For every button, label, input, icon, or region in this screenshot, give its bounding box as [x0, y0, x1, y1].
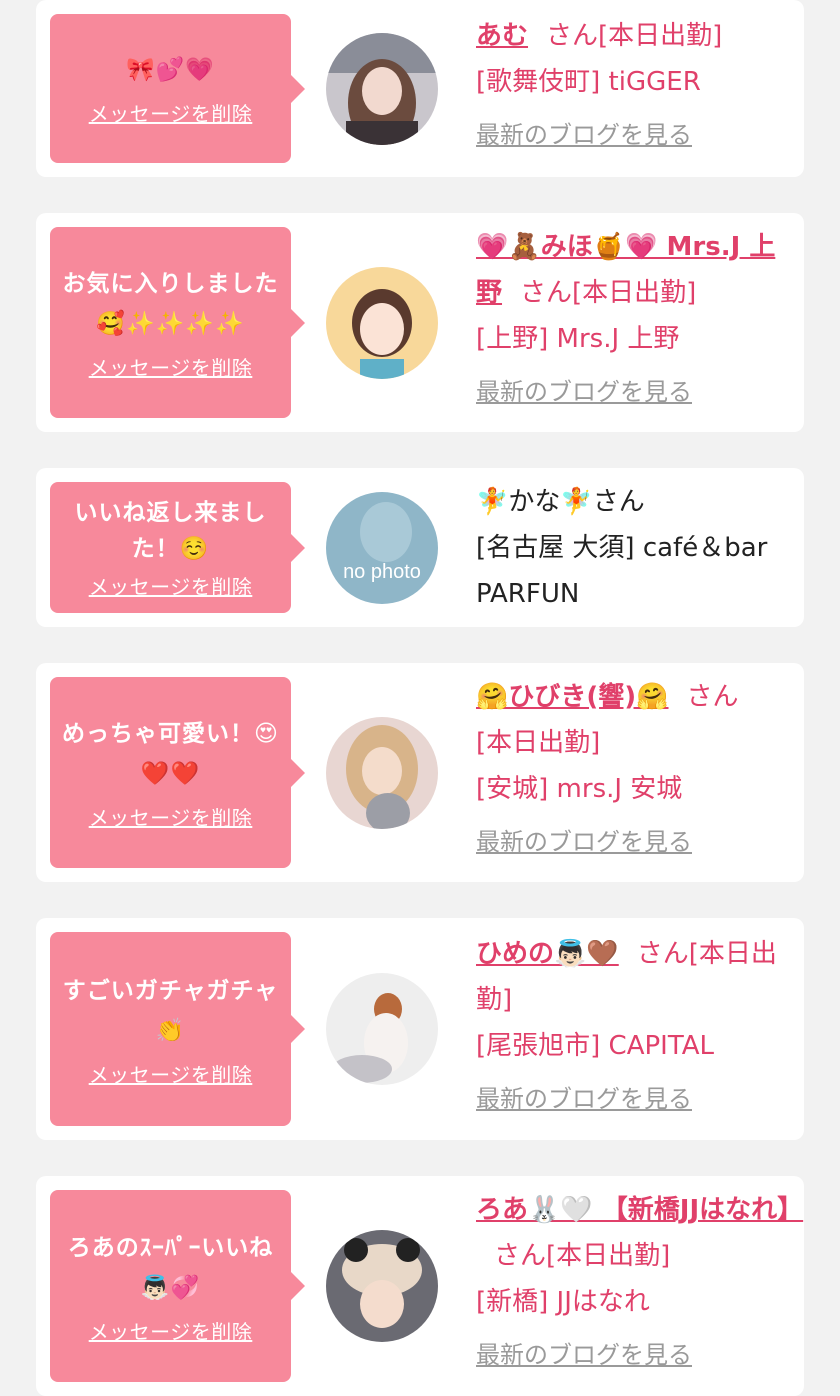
delete-message-link[interactable]: メッセージを削除	[89, 352, 253, 381]
message-text: 🎀💕💗	[126, 57, 215, 83]
latest-blog-link[interactable]: 最新のブログを見る	[476, 822, 794, 862]
cast-info: 💗🧸みほ🍯💗 Mrs.J 上野 さん[本日出勤] [上野] Mrs.J 上野 最新…	[476, 224, 794, 412]
shop-name: [名古屋 大須] café＆bar PARFUN	[476, 533, 768, 609]
message-bubble: すごいガチャガチャ👏 メッセージを削除	[50, 932, 305, 1126]
latest-blog-link[interactable]: 最新のブログを見る	[476, 1335, 794, 1375]
honorific: さん	[686, 682, 739, 712]
message-bubble: めっちゃ可愛い！😍❤️❤️ メッセージを削除	[50, 677, 305, 868]
cast-info: ろあ🐰🤍 【新橋JJはなれ】さん[本日出勤] [新橋] JJはなれ 最新のブログ…	[476, 1187, 803, 1375]
message-card: お気に入りしました🥰✨✨✨✨ メッセージを削除 💗🧸みほ🍯💗 Mrs.J 上野さ…	[36, 213, 804, 432]
message-card: すごいガチャガチャ👏 メッセージを削除 ひめの👼🏻🤎 さん[本日出勤] [尾張旭市…	[36, 918, 804, 1140]
shop-name: [尾張旭市] CAPITAL	[476, 1031, 714, 1061]
avatar[interactable]	[326, 717, 438, 829]
message-text: いいね返し来ました！☺️	[74, 500, 267, 562]
avatar-photo-icon	[326, 973, 438, 1085]
work-status: [本日出勤]	[476, 728, 601, 758]
message-text: お気に入りしました🥰✨✨✨✨	[62, 271, 279, 337]
cast-name-link[interactable]: あむ	[476, 21, 528, 51]
delete-message-link[interactable]: メッセージを削除	[89, 802, 253, 831]
work-status: [本日出勤]	[546, 1241, 671, 1271]
shop-name: [歌舞伎町] tiGGER	[476, 67, 701, 97]
honorific: さん	[520, 278, 573, 308]
message-bubble: 🎀💕💗 メッセージを削除	[50, 14, 305, 163]
message-text: ろあのｽｰﾊﾟｰいいね👼🏻💞	[67, 1234, 274, 1301]
work-status: [本日出勤]	[598, 21, 723, 51]
cast-name-link[interactable]: ろあ🐰🤍 【新橋JJはなれ】	[476, 1195, 803, 1225]
shop-name: [新橋] JJはなれ	[476, 1287, 650, 1317]
honorific: さん	[546, 21, 599, 51]
message-text: すごいガチャガチャ👏	[62, 977, 279, 1044]
honorific: さん	[592, 487, 645, 517]
avatar-illustration-icon	[326, 267, 438, 379]
avatar[interactable]: no photo	[326, 492, 438, 604]
delete-message-link[interactable]: メッセージを削除	[89, 98, 253, 127]
message-card: いいね返し来ました！☺️ メッセージを削除 no photo 🧚かな🧚さん [名…	[36, 468, 804, 627]
cast-name: 🧚かな🧚	[476, 487, 593, 517]
avatar[interactable]	[326, 33, 438, 145]
message-card: 🎀💕💗 メッセージを削除 あむ さん[本日出勤] [歌舞伎町] tiGGER 最新…	[36, 0, 804, 177]
latest-blog-link[interactable]: 最新のブログを見る	[476, 115, 794, 155]
message-card: めっちゃ可愛い！😍❤️❤️ メッセージを削除 🤗ひびき(響)🤗 さん [本日出勤]…	[36, 663, 804, 882]
honorific: さん	[494, 1241, 547, 1271]
message-card: ろあのｽｰﾊﾟｰいいね👼🏻💞 メッセージを削除 ろあ🐰🤍 【新橋JJはなれ】さん…	[36, 1176, 804, 1396]
avatar-photo-icon	[326, 1230, 438, 1342]
cast-name-link[interactable]: ひめの👼🏻🤎	[476, 939, 619, 969]
latest-blog-link[interactable]: 最新のブログを見る	[476, 1079, 794, 1119]
shop-name: [上野] Mrs.J 上野	[476, 324, 680, 354]
message-bubble: お気に入りしました🥰✨✨✨✨ メッセージを削除	[50, 227, 305, 418]
delete-message-link[interactable]: メッセージを削除	[89, 1316, 253, 1345]
no-photo-text: no photo	[343, 561, 421, 583]
shop-name: [安城] mrs.J 安城	[476, 774, 683, 804]
avatar[interactable]	[326, 1230, 438, 1342]
avatar[interactable]	[326, 973, 438, 1085]
honorific: さん	[636, 939, 689, 969]
cast-info: 🧚かな🧚さん [名古屋 大須] café＆bar PARFUN	[476, 479, 794, 617]
cast-info: 🤗ひびき(響)🤗 さん [本日出勤] [安城] mrs.J 安城 最新のブログを見…	[476, 674, 794, 862]
message-text: めっちゃ可愛い！😍❤️❤️	[62, 721, 279, 787]
message-bubble: いいね返し来ました！☺️ メッセージを削除	[50, 482, 305, 613]
avatar-photo-icon	[326, 717, 438, 829]
latest-blog-link[interactable]: 最新のブログを見る	[476, 372, 794, 412]
avatar-photo-icon	[326, 33, 438, 145]
no-photo-icon: no photo	[326, 492, 438, 604]
cast-info: ひめの👼🏻🤎 さん[本日出勤] [尾張旭市] CAPITAL 最新のブログを見る	[476, 931, 794, 1119]
avatar[interactable]	[326, 267, 438, 379]
work-status: [本日出勤]	[572, 278, 697, 308]
delete-message-link[interactable]: メッセージを削除	[89, 571, 253, 600]
message-list: 🎀💕💗 メッセージを削除 あむ さん[本日出勤] [歌舞伎町] tiGGER 最新…	[0, 0, 840, 1396]
delete-message-link[interactable]: メッセージを削除	[89, 1059, 253, 1088]
cast-info: あむ さん[本日出勤] [歌舞伎町] tiGGER 最新のブログを見る	[476, 13, 794, 155]
message-bubble: ろあのｽｰﾊﾟｰいいね👼🏻💞 メッセージを削除	[50, 1190, 305, 1382]
cast-name-link[interactable]: 🤗ひびき(響)🤗	[476, 682, 669, 712]
